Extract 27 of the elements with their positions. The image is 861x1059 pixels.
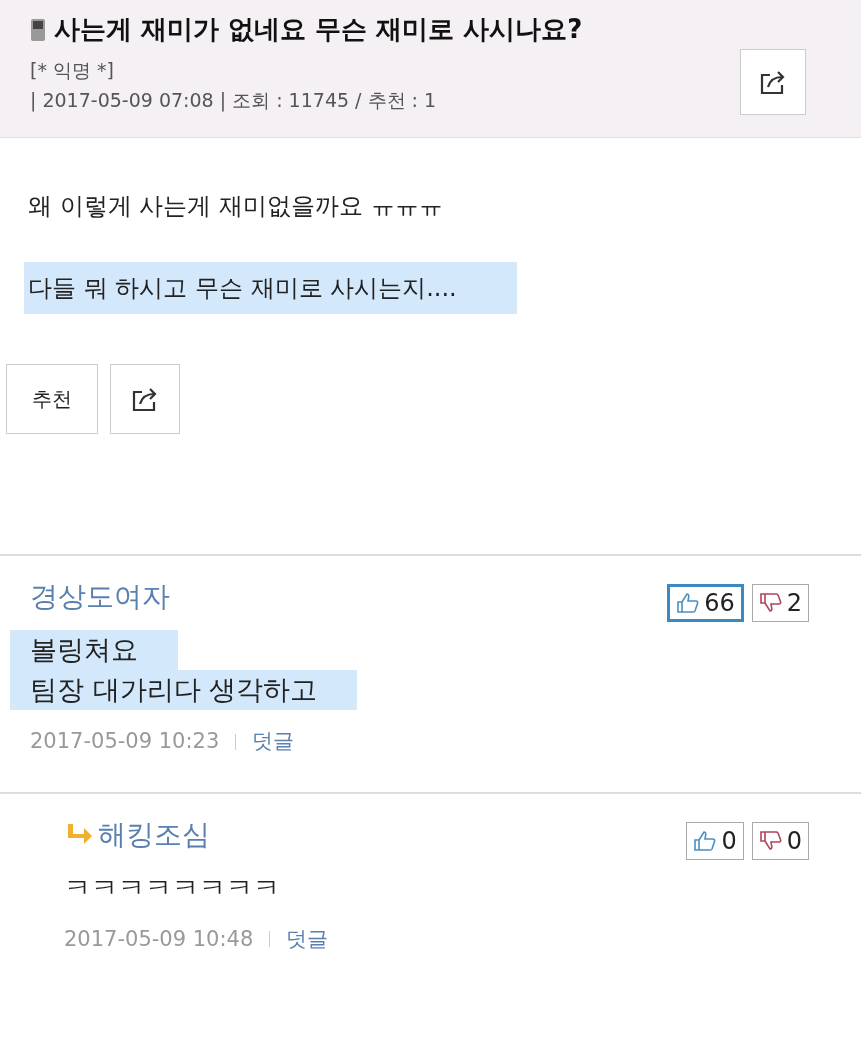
comment-date: 2017-05-09 10:48: [64, 925, 254, 953]
vote-count: 0: [786, 825, 802, 857]
thumbs-up-icon: [676, 592, 701, 614]
phone-icon: [30, 17, 46, 42]
like-button[interactable]: 66: [667, 584, 744, 622]
comment-date: 2017-05-09 10:23: [30, 728, 220, 755]
vote-count: 2: [786, 588, 802, 619]
post-line: 왜 이렇게 사는게 재미없을까요 ㅠㅠㅠ: [27, 191, 444, 222]
like-button[interactable]: 0: [686, 821, 744, 860]
reply-link[interactable]: 덧글: [252, 726, 295, 758]
thumbs-down-icon: [758, 829, 783, 852]
share-button[interactable]: [110, 364, 180, 434]
post-meta: | 2017-05-09 07:08 | 조회 : 11745 / 추천 : 1: [30, 88, 437, 114]
recommend-button[interactable]: 추천: [6, 364, 98, 434]
thumbs-down-icon: [758, 592, 783, 614]
dislike-button[interactable]: 0: [751, 821, 809, 860]
reply-link[interactable]: 덧글: [286, 923, 329, 955]
post-author: [* 익명 *]: [30, 58, 115, 83]
dislike-button[interactable]: 2: [751, 584, 809, 622]
comment-author[interactable]: 경상도여자: [30, 576, 170, 618]
thumbs-up-icon: [693, 829, 718, 852]
vote-count: 66: [704, 588, 735, 619]
comment-line: ㅋㅋㅋㅋㅋㅋㅋㅋ: [63, 870, 281, 905]
comment-author[interactable]: 해킹조심: [98, 813, 210, 856]
post-title: 사는게 재미가 없네요 무슨 재미로 사시나요?: [54, 13, 583, 46]
vote-count: 0: [721, 825, 737, 857]
share-button[interactable]: [740, 49, 806, 115]
